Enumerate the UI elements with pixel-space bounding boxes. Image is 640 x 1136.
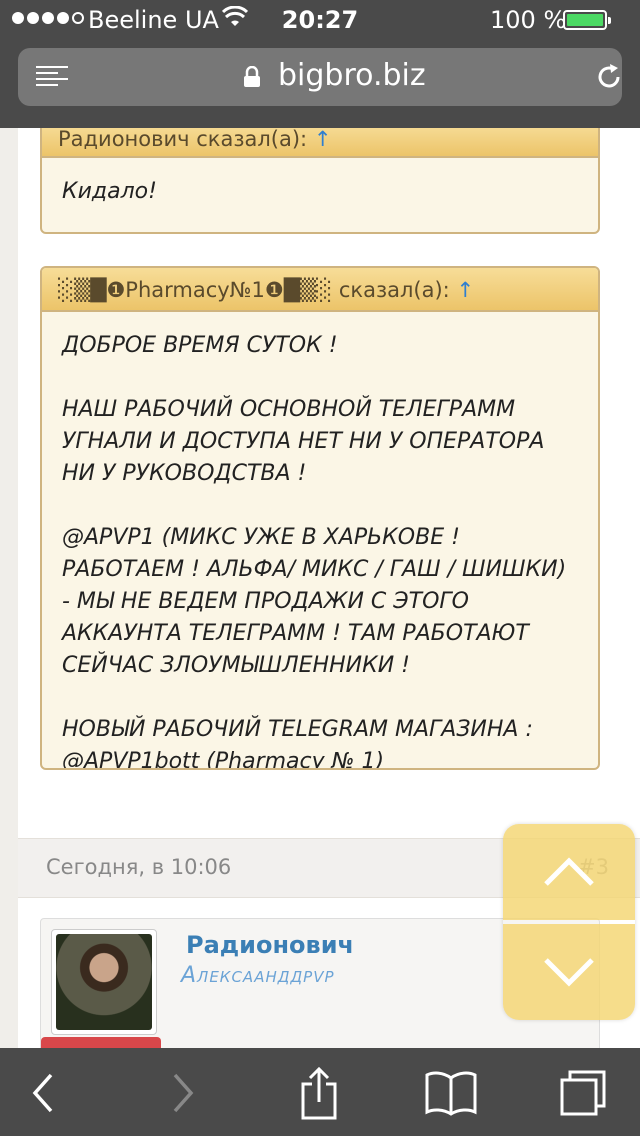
author-name[interactable]: Радионович xyxy=(186,931,354,959)
avatar[interactable] xyxy=(56,934,152,1030)
battery-percent: 100 % xyxy=(490,6,567,34)
reload-icon[interactable] xyxy=(594,62,624,92)
bookmarks-icon xyxy=(425,1071,477,1116)
quote-jump-link[interactable]: ↑ xyxy=(456,278,474,302)
author-title: Алексаанддрvp xyxy=(181,963,335,988)
scroll-controls xyxy=(503,824,635,1020)
tabs-icon xyxy=(560,1070,606,1116)
tabs-button[interactable] xyxy=(556,1066,610,1120)
domain-label[interactable]: bigbro.biz xyxy=(278,58,426,93)
quote-text: Кидало! xyxy=(42,158,598,226)
quote-paragraph: НОВЫЙ РАБОЧИЙ TELEGRAM МАГАЗИНА : @APVP1… xyxy=(62,717,533,770)
bookmarks-button[interactable] xyxy=(424,1066,478,1120)
browser-top-bar: Beeline UA 20:27 100 % bigbro.biz xyxy=(0,0,640,128)
browser-toolbar xyxy=(0,1048,640,1136)
status-bar: Beeline UA 20:27 100 % xyxy=(0,0,640,40)
back-button[interactable] xyxy=(16,1066,70,1120)
back-icon xyxy=(32,1073,53,1113)
quote-paragraph: @APVP1 (МИКС УЖЕ В ХАРЬКОВЕ ! РАБОТАЕМ !… xyxy=(62,525,567,678)
quote-said: сказал(а): xyxy=(196,128,308,151)
quote-said: сказал(а): xyxy=(338,278,450,302)
user-badge xyxy=(41,1037,161,1048)
forward-icon xyxy=(173,1073,194,1113)
chevron-up-icon xyxy=(544,857,594,886)
quote-author[interactable]: Радионович xyxy=(58,128,190,151)
quote-header: ░▒█❶Pharmacy№1❶█▒░ сказал(а): ↑ xyxy=(42,268,598,312)
quote-paragraph: ДОБРОЕ ВРЕМЯ СУТОК ! xyxy=(62,333,338,358)
scroll-down-button[interactable] xyxy=(503,924,635,1020)
quote-block: Радионович сказал(а): ↑ Кидало! xyxy=(40,128,600,234)
quote-paragraph: Кидало! xyxy=(62,179,157,204)
quote-header: Радионович сказал(а): ↑ xyxy=(42,128,598,158)
share-button[interactable] xyxy=(292,1066,346,1120)
scroll-up-button[interactable] xyxy=(503,824,635,920)
battery-icon xyxy=(563,10,611,30)
reader-icon[interactable] xyxy=(36,66,68,88)
avatar-frame[interactable] xyxy=(51,929,157,1035)
quote-text: ДОБРОЕ ВРЕМЯ СУТОК ! НАШ РАБОЧИЙ ОСНОВНО… xyxy=(42,312,598,770)
quote-author[interactable]: ░▒█❶Pharmacy№1❶█▒░ xyxy=(58,278,332,302)
quote-paragraph: НАШ РАБОЧИЙ ОСНОВНОЙ ТЕЛЕГРАММ УГНАЛИ И … xyxy=(62,397,545,486)
lock-icon xyxy=(244,66,260,87)
forward-button[interactable] xyxy=(156,1066,210,1120)
post-date[interactable]: Сегодня, в 10:06 xyxy=(46,855,231,879)
chevron-down-icon xyxy=(544,958,594,987)
address-bar[interactable]: bigbro.biz xyxy=(18,48,622,106)
quote-jump-link[interactable]: ↑ xyxy=(314,128,332,151)
share-icon xyxy=(301,1066,337,1120)
quote-block: ░▒█❶Pharmacy№1❶█▒░ сказал(а): ↑ ДОБРОЕ В… xyxy=(40,266,600,770)
